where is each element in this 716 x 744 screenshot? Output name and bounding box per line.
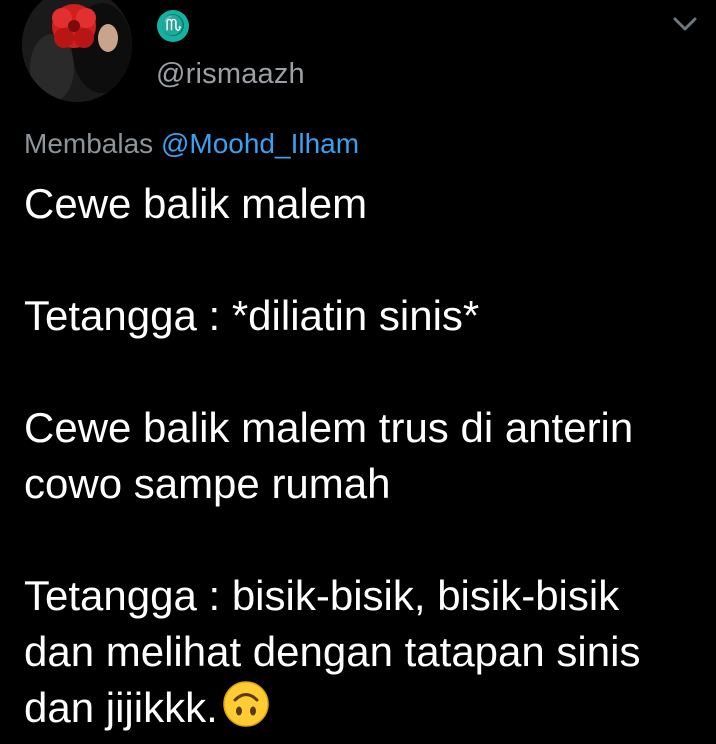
avatar[interactable] <box>22 0 132 102</box>
red-flower-icon <box>52 4 96 48</box>
tweet-line: dan melihat dengan tatapan sinis <box>24 628 641 675</box>
reply-mention-link[interactable]: @Moohd_Ilham <box>161 128 359 159</box>
chevron-down-icon[interactable] <box>672 14 698 34</box>
zodiac-badge-icon: ♏ <box>157 10 189 42</box>
tweet-body: Cewe balik malem Tetangga : *diliatin si… <box>24 176 704 736</box>
line-break <box>24 232 704 288</box>
reply-context: Membalas @Moohd_Ilham <box>24 128 359 160</box>
tweet-line-text: dan jijikkk. <box>24 684 218 731</box>
tweet-line: Cewe balik malem trus di anterin <box>24 404 634 451</box>
tweet-line: Tetangga : *diliatin sinis* <box>24 292 480 339</box>
tweet-line: Tetangga : bisik-bisik, bisik-bisik <box>24 572 620 619</box>
tweet-line: cowo sampe rumah <box>24 460 391 507</box>
tweet-line: Cewe balik malem <box>24 180 368 227</box>
reply-prefix: Membalas <box>24 128 154 159</box>
tweet-line-last: dan jijikkk. <box>24 680 704 736</box>
user-handle[interactable]: @rismaazh <box>156 58 305 91</box>
upside-down-face-icon <box>222 680 270 728</box>
tweet-header: ♏ @rismaazh <box>0 0 716 110</box>
line-break <box>24 344 704 400</box>
avatar-photo <box>22 0 132 102</box>
line-break <box>24 512 704 568</box>
